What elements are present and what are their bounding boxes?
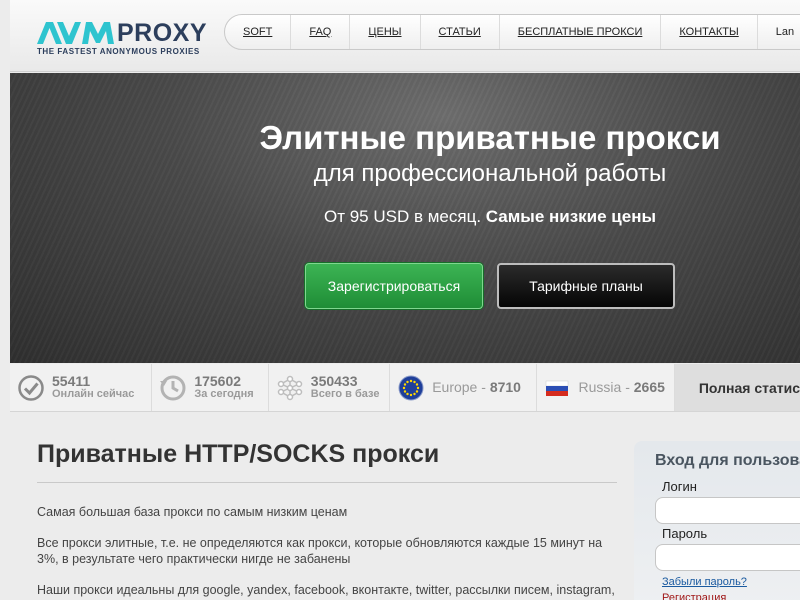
register-button[interactable]: Зарегистрироваться bbox=[305, 263, 483, 309]
password-input[interactable] bbox=[655, 544, 800, 571]
nav-free-proxies[interactable]: БЕСПЛАТНЫЕ ПРОКСИ bbox=[500, 15, 662, 49]
stat-today: 175602 За сегодня bbox=[152, 364, 269, 411]
clock-icon bbox=[160, 375, 186, 400]
stat-today-value: 175602 bbox=[194, 372, 242, 389]
hero-banner: Элитные приватные прокси для профессиона… bbox=[10, 73, 800, 363]
logo-tagline: THE FASTEST ANONYMOUS PROXIES bbox=[37, 47, 200, 56]
hero-subtitle: для профессиональной работы bbox=[313, 160, 667, 187]
forgot-password-link[interactable]: Забыли пароль? bbox=[662, 576, 747, 588]
stat-today-label: За сегодня bbox=[194, 387, 254, 400]
main-nav: SOFT FAQ ЦЕНЫ СТАТЬИ БЕСПЛАТНЫЕ ПРОКСИ К… bbox=[224, 14, 800, 50]
usage-paragraph: Наши прокси идеальны для google, yandex,… bbox=[37, 583, 615, 597]
nav-contacts[interactable]: КОНТАКТЫ bbox=[661, 15, 758, 49]
stat-russia[interactable]: Russia - 2665 bbox=[537, 364, 675, 411]
hero-price-highlight: Самые низкие цены bbox=[485, 207, 656, 226]
login-label: Логин bbox=[662, 479, 697, 494]
full-stats-link[interactable]: Полная статис bbox=[674, 364, 800, 411]
nav-prices[interactable]: ЦЕНЫ bbox=[350, 15, 421, 49]
stat-online: 55411 Онлайн сейчас bbox=[10, 364, 153, 411]
avm-logo-mark bbox=[37, 22, 114, 44]
stat-online-value: 55411 bbox=[52, 372, 91, 389]
nav-articles[interactable]: СТАТЬИ bbox=[421, 15, 500, 49]
ru-flag-icon bbox=[545, 380, 568, 396]
hero-title: Элитные приватные прокси bbox=[259, 119, 721, 156]
stat-online-label: Онлайн сейчас bbox=[52, 387, 135, 400]
page-title: Приватные HTTP/SOCKS прокси bbox=[37, 440, 617, 483]
stat-europe[interactable]: Europe - 8710 bbox=[390, 364, 537, 411]
stat-europe-name: Europe bbox=[432, 379, 478, 395]
eu-flag-icon bbox=[398, 375, 424, 400]
login-title: Вход для пользова bbox=[655, 452, 800, 469]
login-panel: Вход для пользова Логин Пароль Забыли па… bbox=[634, 441, 800, 600]
hero-price-text: От 95 USD в месяц. bbox=[324, 207, 482, 226]
site-header: PROXY THE FASTEST ANONYMOUS PROXIES SOFT… bbox=[10, 0, 800, 72]
network-icon bbox=[277, 375, 303, 400]
stat-russia-value: 2665 bbox=[633, 379, 665, 395]
stat-russia-separator: - bbox=[621, 379, 634, 395]
stat-europe-value: 8710 bbox=[489, 379, 521, 395]
intro-paragraph: Самая большая база прокси по самым низки… bbox=[37, 505, 348, 519]
hero-price: От 95 USD в месяц. Самые низкие цены bbox=[10, 207, 800, 227]
stat-europe-separator: - bbox=[477, 379, 490, 395]
password-label: Пароль bbox=[662, 526, 708, 541]
logo-wordmark: PROXY bbox=[117, 19, 208, 47]
nav-faq[interactable]: FAQ bbox=[291, 15, 351, 49]
site-logo[interactable]: PROXY THE FASTEST ANONYMOUS PROXIES bbox=[37, 20, 207, 56]
stat-total: 350433 Всего в базе bbox=[269, 364, 391, 411]
stat-total-value: 350433 bbox=[310, 372, 358, 389]
language-selector[interactable]: Lan bbox=[758, 15, 800, 49]
main-content: Приватные HTTP/SOCKS прокси Самая больша… bbox=[37, 440, 617, 598]
stat-russia-name: Russia bbox=[578, 379, 622, 395]
stats-bar: 55411 Онлайн сейчас 175602 За сегодня 35… bbox=[10, 364, 800, 412]
check-circle-icon bbox=[18, 374, 44, 401]
registration-link[interactable]: Регистрация bbox=[662, 592, 726, 600]
stat-total-label: Всего в базе bbox=[310, 387, 380, 400]
pricing-plans-button[interactable]: Тарифные планы bbox=[497, 263, 675, 309]
nav-soft[interactable]: SOFT bbox=[225, 15, 292, 49]
elite-paragraph: Все прокси элитные, т.е. не определяются… bbox=[37, 536, 603, 566]
login-input[interactable] bbox=[655, 497, 800, 524]
